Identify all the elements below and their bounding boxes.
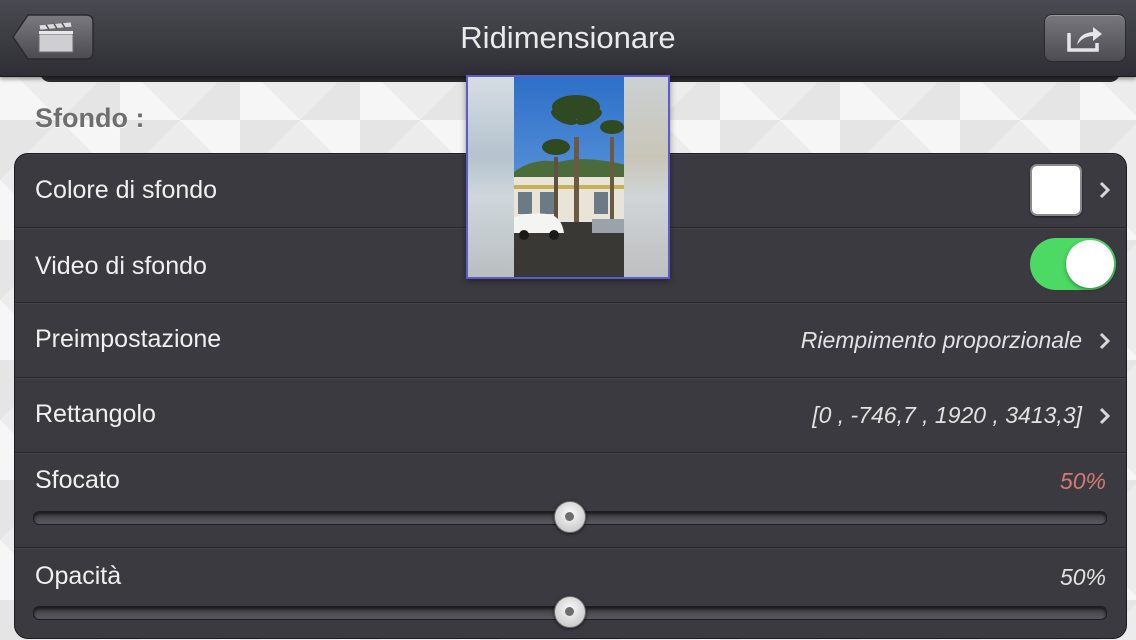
rectangle-value: [0 , -746,7 , 1920 , 3413,3] <box>812 402 1082 428</box>
background-video-label: Video di sfondo <box>35 252 207 280</box>
page-title: Ridimensionare <box>460 20 676 55</box>
blurred-background-left <box>468 77 514 277</box>
row-blur: Sfocato 50% <box>15 453 1126 548</box>
preset-value: Riempimento proporzionale <box>800 327 1082 353</box>
nav-bar: Ridimensionare <box>0 0 1136 77</box>
chevron-right-icon <box>1099 332 1111 350</box>
preset-label: Preimpostazione <box>35 325 222 353</box>
opacity-label: Opacità <box>35 562 122 590</box>
row-preset[interactable]: Preimpostazione Riempimento proporzional… <box>15 303 1126 378</box>
chevron-right-icon <box>1099 407 1111 425</box>
row-rectangle[interactable]: Rettangolo [0 , -746,7 , 1920 , 3413,3] <box>15 378 1126 453</box>
share-button[interactable] <box>1044 14 1126 62</box>
background-video-toggle[interactable] <box>1030 238 1116 290</box>
opacity-value: 50% <box>1059 564 1106 590</box>
share-arrow-icon <box>1067 27 1102 52</box>
blur-value: 50% <box>1059 468 1106 494</box>
row-opacity: Opacità 50% <box>15 548 1126 638</box>
chevron-right-icon <box>1099 181 1111 199</box>
opacity-slider-thumb[interactable] <box>554 596 586 628</box>
rectangle-label: Rettangolo <box>35 400 156 428</box>
toggle-knob <box>1066 240 1114 288</box>
color-swatch[interactable] <box>1030 164 1082 216</box>
video-frame-image <box>514 77 626 277</box>
video-preview-thumbnail[interactable] <box>466 75 670 279</box>
background-color-label: Colore di sfondo <box>35 176 218 204</box>
blur-slider-thumb[interactable] <box>554 501 586 533</box>
section-header: Sfondo : <box>35 103 145 133</box>
blur-label: Sfocato <box>35 466 120 494</box>
blurred-background-right <box>624 77 668 277</box>
